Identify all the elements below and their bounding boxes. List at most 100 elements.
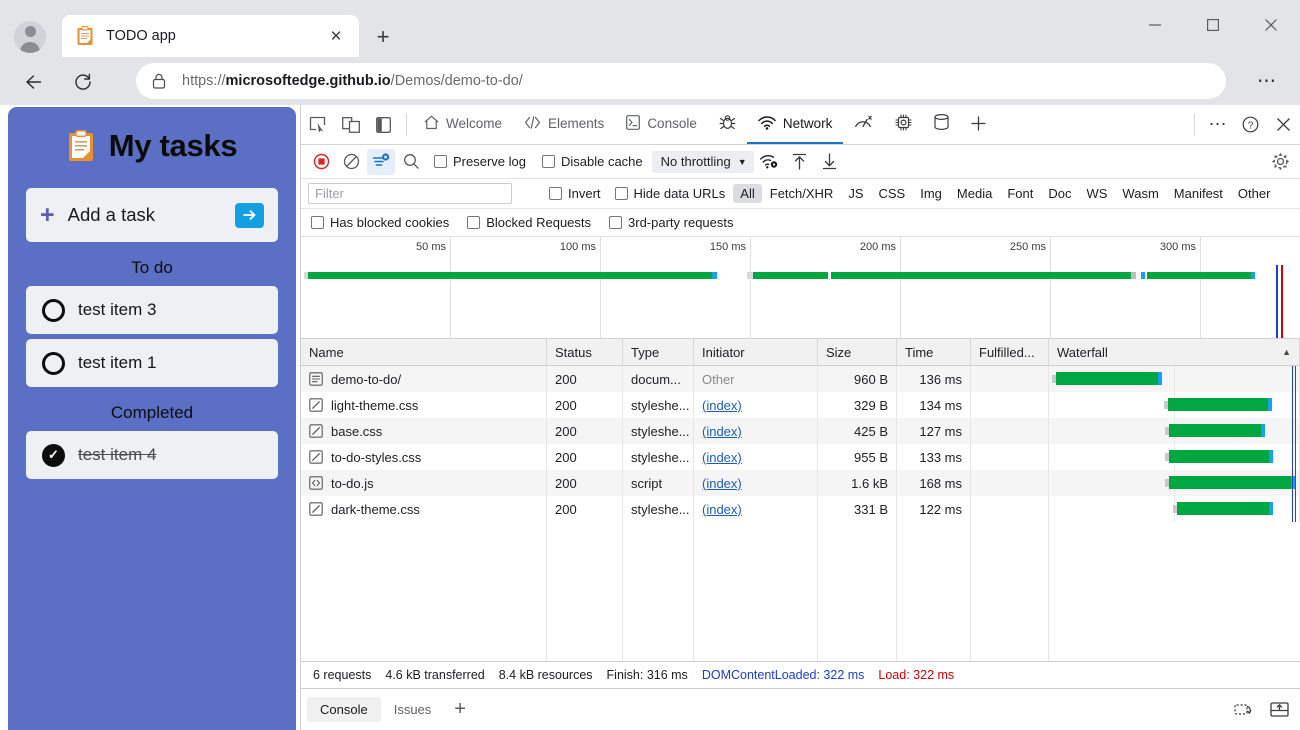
drawer-tab-issues[interactable]: Issues: [381, 697, 445, 722]
initiator-link[interactable]: (index): [702, 450, 742, 465]
has-blocked-cookies-checkbox[interactable]: Has blocked cookies: [311, 215, 456, 230]
table-row[interactable]: base.css 200 styleshe... (index) 425 B 1…: [301, 418, 1300, 444]
tab-memory[interactable]: [884, 105, 923, 144]
initiator-link[interactable]: (index): [702, 424, 742, 439]
tab-network[interactable]: Network: [747, 105, 844, 144]
preserve-log-checkbox[interactable]: Preserve log: [427, 154, 533, 169]
add-panel-icon[interactable]: [960, 105, 997, 144]
task-item[interactable]: test item 3: [26, 286, 278, 334]
filter-type-manifest[interactable]: Manifest: [1167, 184, 1230, 203]
stop-recording-icon[interactable]: [307, 149, 335, 175]
cell-name: base.css: [301, 418, 547, 444]
initiator-link[interactable]: (index): [702, 502, 742, 517]
tab-elements[interactable]: Elements: [513, 105, 615, 144]
throttling-select[interactable]: No throttling ▼: [652, 151, 754, 173]
column-header-status[interactable]: Status: [547, 339, 623, 365]
filter-type-other[interactable]: Other: [1231, 184, 1278, 203]
cell-name: dark-theme.css: [301, 496, 547, 522]
filter-type-fetch-xhr[interactable]: Fetch/XHR: [763, 184, 841, 203]
drawer-tab-console[interactable]: Console: [307, 697, 381, 722]
initiator-link[interactable]: (index): [702, 476, 742, 491]
toolbar-divider: [1194, 114, 1195, 136]
disable-cache-checkbox[interactable]: Disable cache: [535, 154, 650, 169]
back-button[interactable]: [16, 65, 50, 99]
timeline-tick-label: 150 ms: [710, 241, 750, 253]
checkbox-box: [311, 216, 324, 229]
dock-drawer-icon[interactable]: [1264, 696, 1294, 724]
filter-input[interactable]: Filter: [308, 183, 512, 204]
browser-menu-button[interactable]: ⋯: [1252, 68, 1282, 94]
restore-drawer-icon[interactable]: [1228, 696, 1258, 724]
column-header-size[interactable]: Size: [818, 339, 897, 365]
blocked-requests-checkbox[interactable]: Blocked Requests: [460, 215, 598, 230]
gear-icon[interactable]: [1266, 149, 1294, 175]
clear-icon[interactable]: [337, 149, 365, 175]
initiator-link[interactable]: (index): [702, 398, 742, 413]
drawer-add-tab-button[interactable]: +: [444, 698, 476, 721]
filter-type-img[interactable]: Img: [913, 184, 949, 203]
network-timeline-overview[interactable]: 50 ms 100 ms 150 ms 200 ms 250 ms 300 ms: [301, 237, 1300, 339]
export-har-icon[interactable]: [816, 149, 844, 175]
close-devtools-icon[interactable]: [1267, 109, 1300, 141]
close-window-button[interactable]: [1242, 0, 1300, 50]
close-tab-button[interactable]: ✕: [323, 23, 349, 49]
table-row[interactable]: to-do-styles.css 200 styleshe... (index)…: [301, 444, 1300, 470]
tab-performance[interactable]: [843, 105, 884, 144]
filter-type-ws[interactable]: WS: [1079, 184, 1114, 203]
table-row[interactable]: demo-to-do/ 200 docum... Other 960 B 136…: [301, 366, 1300, 392]
column-header-waterfall[interactable]: Waterfall ▲: [1049, 339, 1300, 365]
task-item[interactable]: ✓ test item 4: [26, 431, 278, 479]
tab-application[interactable]: [923, 105, 960, 144]
tab-sources-debugger[interactable]: [708, 105, 747, 144]
tab-console[interactable]: Console: [615, 105, 708, 144]
cell-fulfilled: [971, 470, 1049, 496]
task-checkbox-checked[interactable]: ✓: [42, 444, 65, 467]
arrow-right-icon[interactable]: [235, 203, 264, 228]
network-conditions-icon[interactable]: [756, 149, 784, 175]
has-blocked-cookies-label: Has blocked cookies: [330, 215, 449, 230]
reload-button[interactable]: [66, 65, 100, 99]
hide-data-urls-checkbox[interactable]: Hide data URLs: [608, 186, 733, 201]
table-row[interactable]: dark-theme.css 200 styleshe... (index) 3…: [301, 496, 1300, 522]
filter-type-doc[interactable]: Doc: [1041, 184, 1078, 203]
column-header-time[interactable]: Time: [897, 339, 971, 365]
device-toolbar-icon[interactable]: [334, 109, 367, 141]
column-header-fulfilled[interactable]: Fulfilled...: [971, 339, 1049, 365]
table-row[interactable]: to-do.js 200 script (index) 1.6 kB 168 m…: [301, 470, 1300, 496]
task-checkbox[interactable]: [42, 352, 65, 375]
help-icon[interactable]: ?: [1234, 109, 1267, 141]
tab-welcome[interactable]: Welcome: [413, 105, 513, 144]
filter-type-css[interactable]: CSS: [872, 184, 913, 203]
filter-icon[interactable]: [367, 149, 395, 175]
network-toolbar: Preserve log Disable cache No throttling…: [301, 145, 1300, 179]
add-task-input[interactable]: + Add a task: [26, 188, 278, 242]
column-header-type[interactable]: Type: [623, 339, 694, 365]
invert-checkbox[interactable]: Invert: [542, 186, 608, 201]
task-item[interactable]: test item 1: [26, 339, 278, 387]
address-bar[interactable]: https://microsoftedge.github.io/Demos/de…: [136, 63, 1226, 99]
search-icon[interactable]: [397, 149, 425, 175]
more-options-icon[interactable]: ⋯: [1201, 109, 1234, 141]
table-row[interactable]: light-theme.css 200 styleshe... (index) …: [301, 392, 1300, 418]
maximize-button[interactable]: [1184, 0, 1242, 50]
browser-tab[interactable]: TODO app ✕: [62, 15, 359, 57]
new-tab-button[interactable]: +: [368, 22, 398, 52]
filter-type-all[interactable]: All: [733, 184, 761, 203]
task-checkbox[interactable]: [42, 299, 65, 322]
dock-side-icon[interactable]: [367, 109, 400, 141]
filter-type-wasm[interactable]: Wasm: [1115, 184, 1165, 203]
cell-fulfilled: [971, 366, 1049, 392]
column-header-initiator[interactable]: Initiator: [694, 339, 818, 365]
column-header-name[interactable]: Name: [301, 339, 547, 365]
checkbox-box: [542, 155, 555, 168]
filter-type-font[interactable]: Font: [1000, 184, 1040, 203]
filter-type-js[interactable]: JS: [841, 184, 870, 203]
profile-avatar[interactable]: [14, 21, 46, 53]
minimize-button[interactable]: [1126, 0, 1184, 50]
table-body: demo-to-do/ 200 docum... Other 960 B 136…: [301, 366, 1300, 661]
inspect-element-icon[interactable]: [301, 109, 334, 141]
filter-type-media[interactable]: Media: [950, 184, 999, 203]
cell-status: 200: [547, 366, 623, 392]
import-har-icon[interactable]: [786, 149, 814, 175]
third-party-requests-checkbox[interactable]: 3rd-party requests: [602, 215, 741, 230]
